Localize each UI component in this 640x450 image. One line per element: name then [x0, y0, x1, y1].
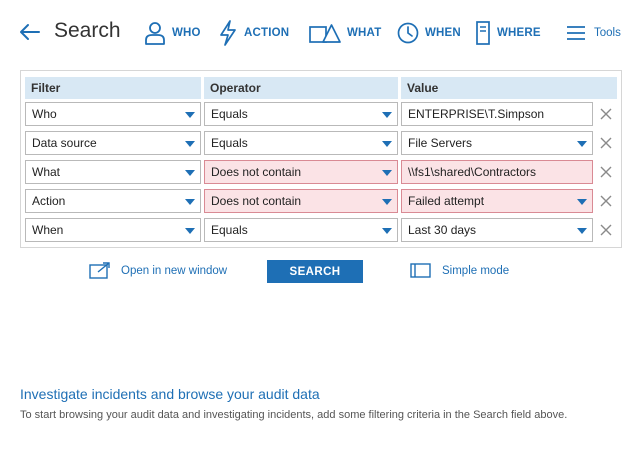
chevron-down-icon: [185, 141, 195, 147]
page-title: Search: [54, 19, 121, 42]
value-select-action[interactable]: Failed attempt: [401, 189, 593, 213]
operator-select-who[interactable]: Equals: [204, 102, 398, 126]
value-select-label: File Servers: [408, 136, 473, 150]
operator-select-label: Equals: [211, 107, 248, 121]
remove-row-icon[interactable]: [598, 164, 614, 180]
operator-select-label: Does not contain: [211, 165, 302, 179]
user-icon: [145, 22, 165, 45]
remove-row-icon[interactable]: [598, 193, 614, 209]
nav-action-label: ACTION: [244, 27, 290, 39]
filter-select-action[interactable]: Action: [25, 189, 201, 213]
remove-row-icon[interactable]: [598, 106, 614, 122]
search-button[interactable]: SEARCH: [267, 260, 363, 283]
chevron-down-icon: [185, 199, 195, 205]
filter-select-label: Action: [32, 194, 66, 208]
filter-select-label: Data source: [32, 136, 97, 150]
column-header-operator: Operator: [204, 77, 398, 99]
server-icon: [476, 21, 490, 45]
nav-who[interactable]: WHO: [144, 18, 201, 48]
chevron-down-icon: [185, 228, 195, 234]
back-button[interactable]: [18, 20, 42, 44]
filter-select-data-source[interactable]: Data source: [25, 131, 201, 155]
operator-select-data-source[interactable]: Equals: [204, 131, 398, 155]
external-window-icon: [89, 262, 110, 279]
value-input-what[interactable]: \\fs1\shared\Contractors: [401, 160, 593, 184]
chevron-down-icon: [185, 112, 195, 118]
chevron-down-icon: [577, 228, 587, 234]
filter-select-label: Who: [32, 107, 57, 121]
value-select-data-source[interactable]: File Servers: [401, 131, 593, 155]
simple-mode-label: Simple mode: [442, 264, 510, 277]
nav-where-label: WHERE: [497, 27, 541, 39]
nav-when[interactable]: WHEN: [397, 18, 461, 48]
chevron-down-icon: [577, 141, 587, 147]
tools-label: Tools: [594, 27, 621, 39]
arrow-left-icon: [20, 24, 40, 40]
tools-menu[interactable]: Tools: [566, 18, 621, 48]
filter-select-when[interactable]: When: [25, 218, 201, 242]
chevron-down-icon: [382, 112, 392, 118]
chevron-down-icon: [577, 199, 587, 205]
chevron-down-icon: [185, 170, 195, 176]
open-new-window-label: Open in new window: [121, 264, 228, 277]
info-text: To start browsing your audit data and in…: [20, 409, 568, 421]
operator-select-label: Equals: [211, 223, 248, 237]
search-header: Search WHO ACTION WHAT WHEN WHERE Tools: [0, 0, 640, 66]
nav-action[interactable]: ACTION: [218, 18, 289, 48]
remove-row-icon[interactable]: [598, 135, 614, 151]
shapes-icon: [309, 24, 341, 43]
value-select-label: Failed attempt: [408, 194, 485, 208]
lightning-icon: [220, 20, 236, 46]
nav-what-label: WHAT: [347, 27, 382, 39]
filter-select-who[interactable]: Who: [25, 102, 201, 126]
operator-select-what[interactable]: Does not contain: [204, 160, 398, 184]
info-title: Investigate incidents and browse your au…: [20, 386, 320, 402]
filter-select-label: What: [32, 165, 61, 179]
filter-select-what[interactable]: What: [25, 160, 201, 184]
filter-select-label: When: [32, 223, 64, 237]
filter-panel: Filter Operator Value Who Equals ENTERPR…: [20, 70, 622, 248]
nav-what[interactable]: WHAT: [309, 18, 381, 48]
chevron-down-icon: [382, 199, 392, 205]
nav-when-label: WHEN: [425, 27, 461, 39]
operator-select-label: Does not contain: [211, 194, 302, 208]
column-header-value: Value: [401, 77, 617, 99]
value-select-when[interactable]: Last 30 days: [401, 218, 593, 242]
hamburger-icon: [567, 26, 585, 40]
column-header-filter: Filter: [25, 77, 201, 99]
open-new-window-link[interactable]: Open in new window: [89, 262, 227, 279]
value-input-text: \\fs1\shared\Contractors: [408, 165, 537, 179]
operator-select-when[interactable]: Equals: [204, 218, 398, 242]
value-input-text: ENTERPRISE\T.Simpson: [408, 107, 545, 121]
remove-row-icon[interactable]: [598, 222, 614, 238]
operator-select-label: Equals: [211, 136, 248, 150]
clock-icon: [397, 22, 419, 44]
nav-where[interactable]: WHERE: [475, 18, 541, 48]
operator-select-action[interactable]: Does not contain: [204, 189, 398, 213]
value-input-who[interactable]: ENTERPRISE\T.Simpson: [401, 102, 593, 126]
simple-mode-icon: [410, 263, 431, 278]
chevron-down-icon: [382, 170, 392, 176]
nav-who-label: WHO: [172, 27, 201, 39]
chevron-down-icon: [382, 141, 392, 147]
simple-mode-link[interactable]: Simple mode: [410, 262, 509, 279]
value-select-label: Last 30 days: [408, 223, 477, 237]
chevron-down-icon: [382, 228, 392, 234]
